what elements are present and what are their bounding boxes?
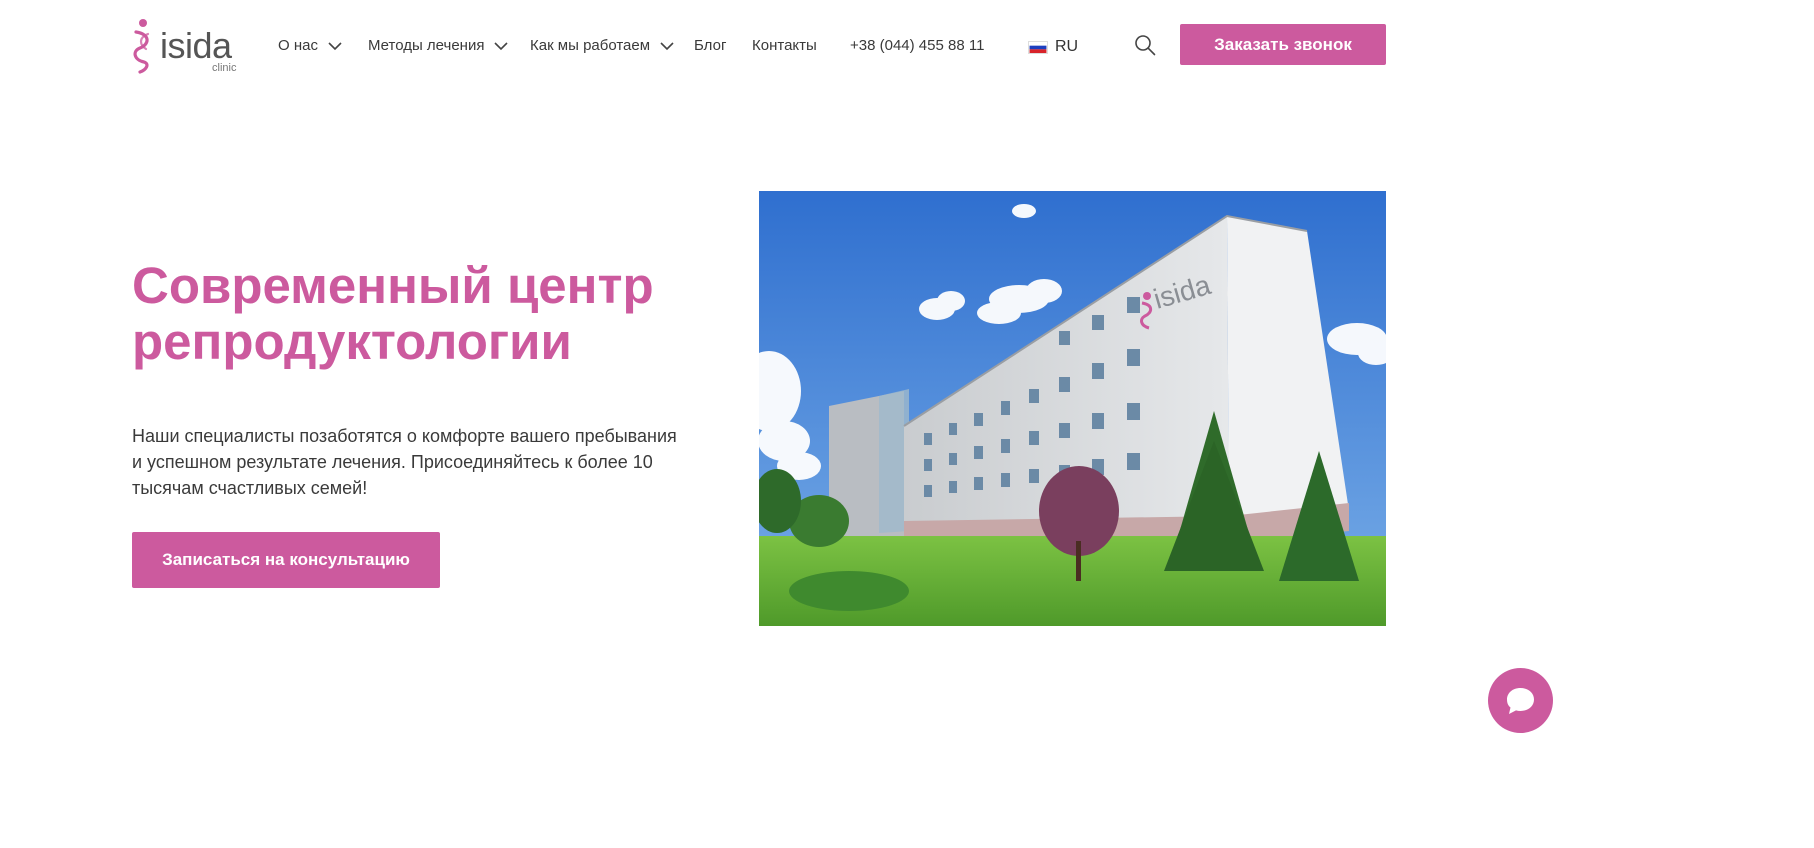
language-code: RU <box>1055 38 1079 55</box>
svg-text:isida: isida <box>160 25 233 66</box>
nav-item-contacts[interactable]: Контакты <box>752 37 817 55</box>
hero-text-line: и успешном результате лечения. Присоедин… <box>132 452 653 472</box>
phone-link[interactable]: +38 (044) 455 88 11 <box>850 37 984 55</box>
russian-flag-icon <box>1028 40 1048 54</box>
chevron-down-icon <box>494 41 509 50</box>
nav-item-how-we-work[interactable]: Как мы работаем <box>530 37 674 55</box>
chat-bubble-icon <box>1507 688 1534 714</box>
chevron-down-icon <box>328 41 342 50</box>
nav-item-label: О нас <box>278 37 318 54</box>
language-switcher[interactable]: RU <box>1028 38 1078 56</box>
nav-item-blog[interactable]: Блог <box>694 37 726 55</box>
nav-item-label: Блог <box>694 37 727 54</box>
nav-item-about[interactable]: О нас <box>278 37 342 55</box>
search-icon[interactable] <box>1134 34 1156 56</box>
book-consultation-button[interactable]: Записаться на консультацию <box>132 532 440 588</box>
nav-item-label: Методы лечения <box>368 37 485 54</box>
hero-title-line: Современный центр <box>132 257 654 314</box>
clinic-building-photo: isida <box>759 191 1386 626</box>
hero-description: Наши специалисты позаботятся о комфорте … <box>132 423 692 501</box>
chevron-down-icon <box>660 41 674 50</box>
hero-title-line: репродуктологии <box>132 313 572 370</box>
hero-title: Современный центр репродуктологии <box>132 258 732 370</box>
nav-item-label: Как мы работаем <box>530 37 651 54</box>
site-header: isida clinic О нас Методы лечения Как мы… <box>0 0 1568 90</box>
order-call-button[interactable]: Заказать звонок <box>1180 24 1386 65</box>
nav-item-label: Контакты <box>752 37 817 54</box>
isida-logo[interactable]: isida clinic <box>132 18 242 74</box>
hero-text-line: Наши специалисты позаботятся о комфорте … <box>132 426 677 446</box>
svg-text:clinic: clinic <box>212 62 237 74</box>
nav-item-methods[interactable]: Методы лечения <box>368 37 509 55</box>
chat-widget-button[interactable] <box>1488 668 1553 733</box>
hero-text-line: тысячам счастливых семей! <box>132 478 368 498</box>
